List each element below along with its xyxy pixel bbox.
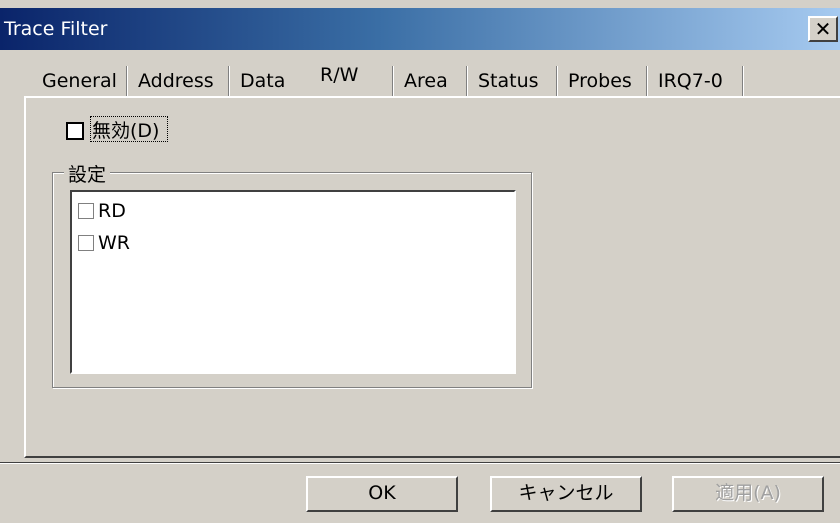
list-item-wr[interactable]: WR xyxy=(78,230,130,256)
cancel-button[interactable]: キャンセル xyxy=(490,476,642,512)
rd-checkbox[interactable] xyxy=(78,203,94,219)
settings-checklist[interactable]: RD WR xyxy=(70,190,516,374)
tab-separator xyxy=(228,66,230,96)
tab-probes[interactable]: Probes xyxy=(562,66,638,96)
title-bar: Trace Filter ✕ xyxy=(0,8,840,50)
tab-address[interactable]: Address xyxy=(132,66,220,96)
tab-separator xyxy=(392,66,394,96)
apply-button[interactable]: 適用(A) xyxy=(672,476,824,512)
tab-general[interactable]: General xyxy=(36,66,123,96)
tab-irq[interactable]: IRQ7-0 xyxy=(652,66,729,96)
close-button[interactable]: ✕ xyxy=(808,16,838,42)
tab-area[interactable]: Area xyxy=(398,66,454,96)
tab-separator xyxy=(126,66,128,96)
settings-group-label: 設定 xyxy=(64,160,111,187)
ok-button[interactable]: OK xyxy=(306,476,458,512)
trace-filter-dialog: Trace Filter ✕ General Address Data R/W … xyxy=(0,0,840,523)
tab-rw[interactable]: R/W xyxy=(314,60,364,90)
list-item-rd[interactable]: RD xyxy=(78,198,126,224)
wr-checkbox[interactable] xyxy=(78,235,94,251)
tab-separator xyxy=(646,66,648,96)
rd-label: RD xyxy=(98,200,126,222)
disable-checkbox-label[interactable]: 無効(D) xyxy=(92,116,159,143)
disable-checkbox[interactable] xyxy=(66,122,84,140)
tab-separator xyxy=(466,66,468,96)
wr-label: WR xyxy=(98,232,130,254)
window-title: Trace Filter xyxy=(4,18,108,40)
tab-status[interactable]: Status xyxy=(472,66,545,96)
tab-separator xyxy=(742,66,744,96)
footer-divider xyxy=(0,462,840,464)
tab-separator xyxy=(556,66,558,96)
tab-data[interactable]: Data xyxy=(234,66,291,96)
